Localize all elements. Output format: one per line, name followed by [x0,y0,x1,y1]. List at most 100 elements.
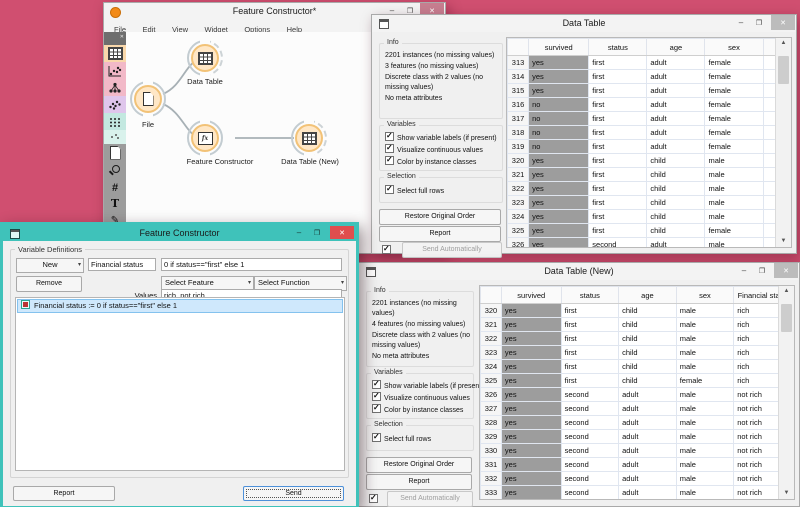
table-row[interactable]: 325 yes first child female [507,223,791,238]
variable-list-item[interactable]: Financial status := 0 if status=="first"… [17,299,343,313]
report-button[interactable]: Report [13,486,115,501]
search-widget-icon[interactable] [104,161,126,178]
table-cell: adult [646,125,706,140]
mosaic-widget-icon[interactable] [104,130,126,144]
table-row[interactable]: 326 yes second adult male not rich [480,387,794,402]
variable-list[interactable]: Financial status := 0 if status=="first"… [15,297,345,471]
table-row[interactable]: 327 yes second adult male not rich [480,401,794,416]
send-button[interactable]: Send [243,486,344,501]
table-row[interactable]: 323 yes first child male [507,195,791,210]
checkbox-visualize-continuous[interactable]: Visualize continuous values [372,391,470,403]
scrollbar-thumb[interactable] [778,56,789,84]
checkbox-show-variable-labels[interactable]: Show variable labels (if present) [385,131,497,143]
restore-original-order-button[interactable]: Restore Original Order [366,457,472,473]
checkbox-show-variable-labels[interactable]: Show variable labels (if present) [372,379,484,391]
column-header[interactable]: sex [675,286,735,304]
scroll-up-arrow[interactable]: ▲ [779,286,794,297]
toolbox-header[interactable] [104,32,126,45]
table-row[interactable]: 318 no first adult female [507,125,791,140]
data-table-widget-icon[interactable] [104,45,126,62]
maximize-button[interactable] [308,225,326,240]
table-row[interactable]: 320 yes first child male [507,153,791,168]
table-row[interactable]: 330 yes second adult male not rich [480,443,794,458]
remove-button[interactable]: Remove [16,276,82,292]
checkbox-checked-icon [372,403,381,413]
table-row[interactable]: 329 yes second adult male not rich [480,429,794,444]
fc-titlebar[interactable]: Feature Constructor [3,225,356,241]
new-variable-dropdown[interactable]: New [16,258,84,273]
close-button[interactable] [330,226,354,239]
table-row[interactable]: 325 yes first child female rich [480,373,794,388]
data-table-new-node[interactable] [291,120,327,156]
maximize-button[interactable] [753,263,771,278]
scatter-plot-widget-icon[interactable] [104,62,126,79]
column-header[interactable]: status [588,38,648,56]
table-row[interactable]: 328 yes second adult male not rich [480,415,794,430]
table-cell: yes [500,331,562,346]
scroll-down-arrow[interactable]: ▼ [779,488,794,499]
restore-original-order-button[interactable]: Restore Original Order [379,209,501,225]
dt-titlebar[interactable]: Data Table [372,15,796,32]
vertical-scrollbar[interactable]: ▲ ▼ [775,38,791,247]
table-cell: adult [646,97,706,112]
checkbox-visualize-continuous[interactable]: Visualize continuous values [385,143,483,155]
variable-name-input[interactable] [88,258,156,271]
text-widget-icon[interactable] [104,195,126,210]
distributions-widget-icon[interactable] [104,96,126,113]
table-row[interactable]: 324 yes first child male rich [480,359,794,374]
data-table-node[interactable] [187,40,223,76]
minimize-button[interactable] [290,225,308,240]
checkbox-select-full-rows[interactable]: Select full rows [372,432,431,444]
table-row[interactable]: 321 yes first child male rich [480,317,794,332]
scroll-up-arrow[interactable]: ▲ [776,38,791,49]
column-header[interactable]: survived [528,38,590,56]
table-row[interactable]: 331 yes second adult male not rich [480,457,794,472]
column-header[interactable]: age [618,286,677,304]
table-row[interactable]: 320 yes first child male rich [480,303,794,318]
scrollbar-thumb[interactable] [781,304,792,332]
table-row[interactable]: 332 yes second adult male not rich [480,471,794,486]
expression-input[interactable] [161,258,342,271]
column-header[interactable]: survived [500,286,562,304]
maximize-button[interactable] [750,15,768,30]
tree-widget-icon[interactable] [104,79,126,96]
table-row[interactable]: 315 yes first adult female [507,83,791,98]
table-row[interactable]: 319 no first adult female [507,139,791,154]
minimize-button[interactable] [735,263,753,278]
scroll-down-arrow[interactable]: ▼ [776,236,791,247]
vertical-scrollbar[interactable]: ▲ ▼ [778,286,794,499]
table-row[interactable]: 322 yes first child male rich [480,331,794,346]
rank-widget-icon[interactable] [104,178,126,195]
table-cell: male [675,387,735,402]
report-button[interactable]: Report [379,226,501,242]
dtn-titlebar[interactable]: Data Table (New) [359,263,799,280]
data-table-view[interactable]: survived status age sex 313 yes first adult fema… [506,37,792,248]
column-header[interactable]: status [560,286,620,304]
table-row[interactable]: 316 no first adult female [507,97,791,112]
checkbox-select-full-rows[interactable]: Select full rows [385,184,444,196]
table-row[interactable]: 324 yes first child male [507,209,791,224]
table-row[interactable]: 323 yes first child male rich [480,345,794,360]
table-row[interactable]: 317 no first adult female [507,111,791,126]
send-automatically-checkbox[interactable] [369,493,378,503]
feature-constructor-node[interactable] [187,120,223,156]
data-table-view[interactable]: survived status age sex Financial status 320 y… [479,285,795,500]
minimize-button[interactable] [732,15,750,30]
table-row[interactable]: 333 yes second adult male not rich [480,485,794,499]
checkbox-color-by-class[interactable]: Color by instance classes [372,403,463,415]
column-header[interactable]: age [646,38,706,56]
close-button[interactable] [774,263,798,278]
table-row[interactable]: 322 yes first child male [507,181,791,196]
file-node[interactable] [130,81,166,117]
report-button[interactable]: Report [366,474,472,490]
table-cell: yes [528,195,590,210]
file-widget-icon[interactable] [104,144,126,161]
close-button[interactable] [771,15,795,30]
checkbox-color-by-class[interactable]: Color by instance classes [385,155,476,167]
column-header[interactable]: sex [704,38,764,56]
table-row[interactable]: 321 yes first child male [507,167,791,182]
table-row[interactable]: 313 yes first adult female [507,55,791,70]
table-row[interactable]: 326 yes second adult male [507,237,791,247]
table-row[interactable]: 314 yes first adult female [507,69,791,84]
send-automatically-checkbox[interactable] [382,244,391,254]
